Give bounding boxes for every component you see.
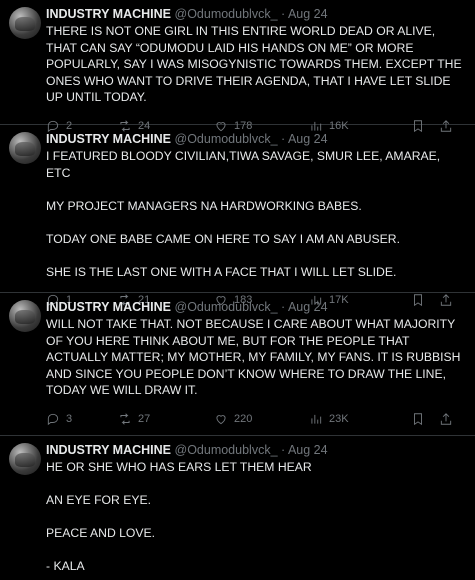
avatar[interactable]	[9, 443, 41, 475]
tweet[interactable]: INDUSTRY MACHINE @Odumodublvck_ · Aug 24…	[0, 125, 475, 307]
repost-button[interactable]: 27	[118, 412, 214, 426]
tweet[interactable]: INDUSTRY MACHINE @Odumodublvck_ · Aug 24…	[0, 293, 475, 436]
display-name[interactable]: INDUSTRY MACHINE	[46, 7, 171, 21]
tweet-header: INDUSTRY MACHINE @Odumodublvck_ · Aug 24	[46, 442, 465, 458]
separator-dot: ·	[281, 300, 286, 314]
tweet-text: I FEATURED BLOODY CIVILIAN,TIWA SAVAGE, …	[46, 149, 441, 279]
views-button[interactable]: 23K	[309, 412, 397, 426]
tweet-text: THERE IS NOT ONE GIRL IN THIS ENTIRE WOR…	[46, 24, 462, 104]
display-name[interactable]: INDUSTRY MACHINE	[46, 300, 171, 314]
timestamp[interactable]: Aug 24	[288, 7, 328, 21]
like-count: 220	[234, 412, 253, 425]
handle[interactable]: @Odumodublvck_	[175, 7, 278, 21]
action-bar: 3 27 220 23K	[46, 408, 465, 430]
timestamp[interactable]: Aug 24	[288, 443, 328, 457]
tweet-header: INDUSTRY MACHINE @Odumodublvck_ · Aug 24	[46, 131, 465, 147]
avatar[interactable]	[9, 7, 41, 39]
tweet-header: INDUSTRY MACHINE @Odumodublvck_ · Aug 24	[46, 299, 465, 315]
handle[interactable]: @Odumodublvck_	[175, 300, 278, 314]
handle[interactable]: @Odumodublvck_	[175, 132, 278, 146]
reply-button[interactable]: 3	[46, 412, 118, 426]
separator-dot: ·	[281, 443, 286, 457]
reply-icon	[47, 413, 59, 425]
like-button[interactable]: 220	[214, 412, 309, 426]
timestamp[interactable]: Aug 24	[288, 300, 328, 314]
timestamp[interactable]: Aug 24	[288, 132, 328, 146]
heart-icon	[216, 414, 226, 424]
display-name[interactable]: INDUSTRY MACHINE	[46, 132, 171, 146]
tweet[interactable]: INDUSTRY MACHINE @Odumodublvck_ · Aug 24…	[0, 0, 475, 132]
tweet-text: HE OR SHE WHO HAS EARS LET THEM HEAR AN …	[46, 460, 312, 573]
reply-count: 3	[66, 412, 73, 425]
view-count: 23K	[329, 412, 349, 425]
avatar[interactable]	[9, 300, 41, 332]
avatar[interactable]	[9, 132, 41, 164]
handle[interactable]: @Odumodublvck_	[175, 443, 278, 457]
tweet-header: INDUSTRY MACHINE @Odumodublvck_ · Aug 24	[46, 6, 465, 22]
repost-icon	[120, 412, 130, 425]
bookmark-icon[interactable]	[411, 412, 425, 426]
tweet-text: WILL NOT TAKE THAT. NOT BECAUSE I CARE A…	[46, 317, 461, 397]
analytics-icon	[311, 414, 322, 424]
separator-dot: ·	[281, 7, 286, 21]
repost-count: 27	[138, 412, 151, 425]
display-name[interactable]: INDUSTRY MACHINE	[46, 443, 171, 457]
separator-dot: ·	[281, 132, 286, 146]
tweet[interactable]: INDUSTRY MACHINE @Odumodublvck_ · Aug 24…	[0, 436, 475, 580]
share-icon[interactable]	[439, 412, 453, 426]
